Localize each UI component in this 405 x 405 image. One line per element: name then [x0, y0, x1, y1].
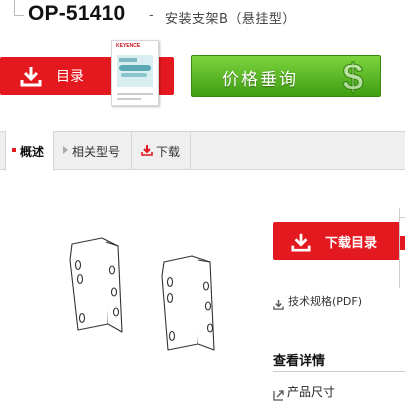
svg-text:$: $	[342, 57, 363, 96]
tab-download[interactable]: 下载	[133, 131, 191, 170]
caret-right-icon	[63, 146, 68, 154]
catalog-label: 目录	[56, 69, 84, 85]
download-icon	[20, 65, 42, 91]
catalog-thumbnail[interactable]: KEYENCE	[111, 40, 159, 106]
dollar-icon: $	[342, 57, 364, 97]
tree-connector	[14, 0, 24, 16]
brochure-line	[117, 98, 141, 100]
brochure-brand: KEYENCE	[116, 43, 141, 49]
price-inquiry-button[interactable]: 价格垂询 $	[191, 55, 381, 97]
active-marker	[12, 148, 16, 152]
tab-label: 概述	[20, 145, 45, 159]
tab-overview[interactable]: 概述	[5, 131, 54, 171]
panel-accent	[400, 236, 405, 250]
page-header: OP-51410 - 安装支架B（悬挂型）	[0, 0, 405, 36]
product-image	[69, 237, 215, 351]
tab-label: 相关型号	[72, 145, 121, 159]
model-number: OP-51410	[28, 2, 126, 25]
download-icon	[273, 295, 284, 314]
spec-pdf-label: 技术规格(PDF)	[288, 295, 363, 308]
details-heading: 查看详情	[273, 354, 326, 369]
download-icon	[141, 144, 153, 159]
brochure-image	[117, 55, 153, 87]
price-inquiry-label: 价格垂询	[222, 70, 298, 90]
side-panel-edge	[399, 208, 405, 288]
tab-related-models[interactable]: 相关型号	[55, 131, 132, 170]
download-catalog-button[interactable]: 下载目录	[273, 222, 400, 260]
external-link-icon	[273, 386, 284, 405]
divider	[273, 371, 405, 372]
download-catalog-label: 下载目录	[325, 236, 378, 251]
brochure-line	[117, 93, 153, 95]
download-icon	[291, 232, 311, 256]
tab-label: 下载	[156, 145, 181, 159]
title-separator: -	[149, 8, 154, 23]
panel-divider	[400, 208, 405, 218]
dimensions-label: 产品尺寸	[287, 385, 336, 399]
product-subtitle: 安装支架B（悬挂型）	[165, 12, 296, 27]
